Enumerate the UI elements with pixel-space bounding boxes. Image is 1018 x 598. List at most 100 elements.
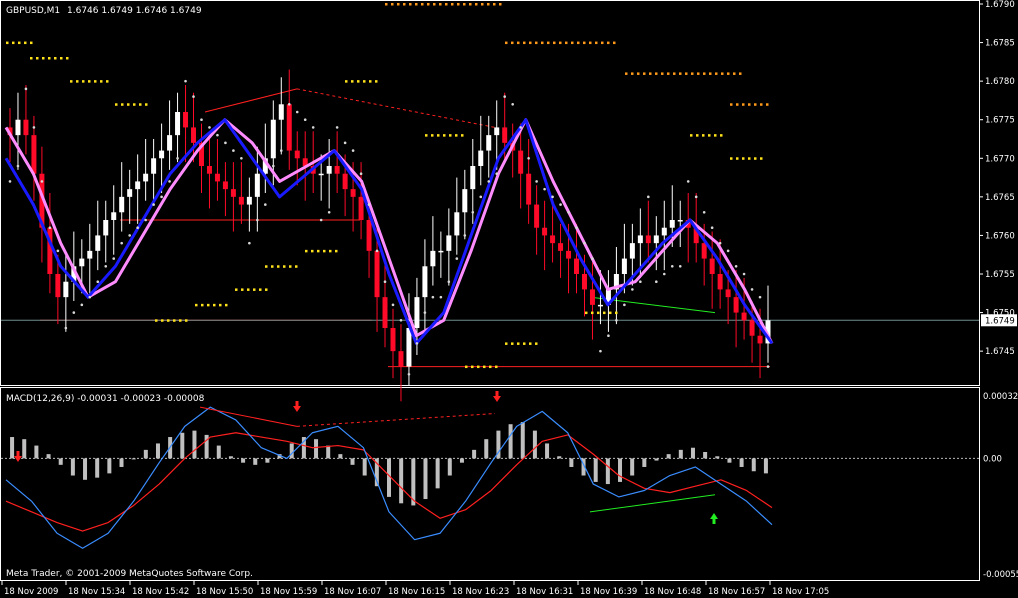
trading-chart[interactable]: 1.6790 1.6785 1.6780 1.6775 1.6770 1.6765 1.67… [0, 0, 1018, 598]
pivot-dot [317, 249, 320, 253]
pivot-dot [754, 157, 757, 160]
sar-dot [399, 318, 403, 322]
macd-histogram-bar [690, 447, 695, 459]
pivot-dot [76, 80, 79, 83]
pivot-dot [703, 72, 706, 75]
pivot-dot [335, 249, 338, 253]
pivot-dot [511, 342, 514, 345]
sar-dot [415, 342, 419, 345]
sell-arrow-icon [493, 391, 501, 402]
bear-candle [366, 220, 372, 251]
pivot-dot [691, 72, 694, 75]
pivot-dot [690, 134, 693, 137]
macd-histogram-bar [192, 430, 197, 459]
pivot-dot [271, 265, 274, 268]
price-tick-label: 1.6790 [985, 0, 1015, 10]
sar-dot [88, 295, 92, 299]
pivot-dot [70, 80, 73, 83]
pivot-dot [595, 41, 598, 45]
pivot-dot [213, 303, 216, 307]
bear-candle [581, 274, 587, 290]
slow-ma-line [4, 118, 774, 345]
sar-dot [200, 118, 203, 122]
sar-dot [535, 180, 538, 183]
bear-candle [589, 289, 595, 305]
pivot-dot [649, 72, 652, 75]
pivot-dot [495, 365, 498, 369]
macd-histogram-bar [95, 458, 100, 478]
macd-histogram-bar [484, 439, 489, 459]
macd-histogram-bar [763, 458, 768, 474]
pivot-dot [477, 365, 480, 369]
bull-candle [326, 166, 332, 174]
sar-dot [272, 164, 275, 168]
sar-dot [686, 180, 690, 183]
bear-candle [749, 320, 755, 336]
sar-dot [120, 241, 123, 245]
bear-candle [286, 104, 292, 151]
sar-dot [734, 264, 738, 268]
sar-dot [575, 226, 578, 230]
sar-dot [607, 334, 610, 338]
pivot-dot [661, 72, 664, 75]
bear-candle [55, 274, 61, 298]
pivot-dot [30, 41, 33, 45]
sar-dot [511, 102, 514, 106]
bear-candle [342, 173, 348, 190]
pivot-dot [295, 265, 298, 268]
bull-candle [151, 158, 157, 174]
pivot-dot [127, 103, 130, 106]
sar-dot [287, 102, 291, 106]
pivot-dot [727, 72, 730, 75]
pivot-dot [673, 72, 676, 75]
pivot-dot [311, 249, 314, 253]
macd-histogram-bar [739, 458, 744, 467]
macd-histogram-bar [338, 454, 343, 459]
price-plot [1, 3, 979, 402]
bear-candle [191, 127, 197, 143]
pivot-dot [121, 103, 124, 106]
pivot-dot [760, 157, 763, 160]
bull-candle [167, 135, 173, 151]
pivot-dot [730, 103, 733, 106]
sar-dot [152, 203, 155, 206]
bull-candle [135, 181, 141, 190]
pivot-dot [351, 80, 354, 83]
bull-candle [406, 328, 412, 367]
ohlc-label: 1.6746 1.6749 1.6746 1.6749 [67, 6, 202, 16]
bull-candle [111, 212, 117, 220]
pivot-dot [415, 3, 418, 6]
bear-candle [390, 328, 396, 352]
bull-candle [454, 212, 460, 236]
macd-histogram-bar [143, 449, 148, 459]
buy-arrow-icon [710, 513, 718, 524]
bull-candle [63, 281, 69, 298]
macd-histogram-bar [314, 439, 319, 459]
macd-histogram-bar [216, 445, 221, 459]
pivot-dot [591, 311, 594, 315]
macd-histogram-bar [241, 458, 246, 463]
bull-candle [462, 189, 468, 213]
sar-dot [543, 187, 546, 191]
pivot-dot [427, 3, 430, 6]
bull-candle [79, 258, 85, 267]
pivot-dot [702, 134, 705, 137]
sar-dot [655, 280, 658, 284]
sar-dot [559, 203, 562, 206]
sar-dot [471, 210, 475, 214]
bull-candle [470, 166, 476, 190]
bear-candle [238, 196, 244, 205]
macd-histogram-bar [58, 458, 63, 465]
copyright-label: Meta Trader, © 2001-2009 MetaQuotes Soft… [6, 569, 253, 579]
current-price-label: 1.6749 [985, 316, 1015, 326]
pivot-dot [18, 41, 21, 45]
macd-label: MACD(12,26,9) -0.00031 -0.00023 -0.00008 [6, 394, 205, 404]
macd-histogram-bar [447, 458, 452, 476]
axis-labels: 1.6790 1.6785 1.6780 1.6775 1.6770 1.6765 1.67… [1, 0, 1018, 597]
bear-candle [294, 150, 300, 159]
sar-dot [463, 234, 467, 237]
bull-candle [175, 112, 181, 136]
sar-dot [176, 156, 179, 160]
pivot-dot [766, 103, 769, 106]
sar-dot [64, 326, 68, 330]
